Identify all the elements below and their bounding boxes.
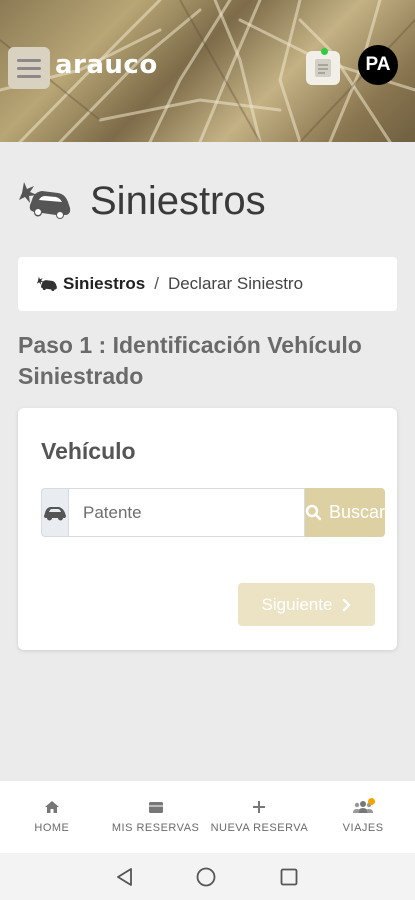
input-prefix bbox=[41, 488, 68, 537]
nav-item-nueva-reserva[interactable]: NUEVA RESERVA bbox=[208, 781, 312, 853]
car-crash-icon bbox=[36, 276, 57, 292]
breadcrumb-separator: / bbox=[154, 274, 159, 293]
recents-square-icon[interactable] bbox=[279, 867, 299, 887]
search-button[interactable]: Buscar bbox=[305, 488, 386, 537]
page-title-row: Siniestros bbox=[18, 178, 266, 224]
plate-input[interactable] bbox=[68, 488, 305, 537]
arauco-logo: arauco bbox=[55, 50, 158, 80]
nav-item-viajes[interactable]: VIAJES bbox=[311, 781, 415, 853]
nav-item-mis-reservas[interactable]: MIS RESERVAS bbox=[104, 781, 208, 853]
nav-label-mis-reservas: MIS RESERVAS bbox=[111, 821, 200, 834]
app-header: arauco PA bbox=[0, 0, 415, 142]
nav-label-nueva-reserva: NUEVA RESERVA bbox=[210, 822, 309, 834]
breadcrumb-current: Declarar Siniestro bbox=[167, 274, 304, 293]
page-title: Siniestros bbox=[90, 178, 266, 223]
menu-button[interactable] bbox=[8, 47, 50, 89]
notification-badge bbox=[368, 798, 376, 805]
vehicle-card: Vehículo Buscar Siguiente bbox=[18, 408, 397, 650]
step-title: Paso 1 : Identificación Vehículo Siniest… bbox=[18, 332, 362, 389]
card-icon bbox=[148, 801, 163, 813]
car-icon bbox=[44, 506, 66, 520]
avatar[interactable]: PA bbox=[358, 45, 398, 85]
plate-search-group: Buscar bbox=[41, 488, 386, 537]
plus-icon bbox=[253, 801, 266, 813]
home-circle-icon[interactable] bbox=[195, 866, 217, 888]
hamburger-line bbox=[17, 66, 41, 70]
car-crash-icon bbox=[19, 182, 71, 219]
next-button-label: Siguiente bbox=[261, 594, 333, 614]
search-icon bbox=[305, 504, 322, 521]
search-button-label: Buscar bbox=[329, 502, 386, 522]
home-icon bbox=[44, 801, 59, 813]
nav-label-home: HOME bbox=[34, 822, 70, 834]
card-title: Vehículo bbox=[41, 438, 136, 464]
breadcrumb: Siniestros / Declarar Siniestro bbox=[18, 257, 397, 311]
next-button[interactable]: Siguiente bbox=[238, 583, 375, 626]
notification-dot bbox=[321, 48, 328, 55]
breadcrumb-link-siniestros[interactable]: Siniestros bbox=[63, 274, 145, 294]
top-bar: arauco PA bbox=[0, 37, 415, 99]
chevron-right-icon bbox=[343, 598, 351, 611]
hamburger-line bbox=[17, 58, 41, 62]
nav-item-home[interactable]: HOME bbox=[0, 781, 104, 853]
note-icon bbox=[315, 59, 331, 77]
back-triangle-icon[interactable] bbox=[116, 867, 134, 887]
system-nav-bar bbox=[0, 853, 415, 900]
hamburger-line bbox=[17, 74, 41, 78]
bottom-nav: HOME MIS RESERVAS NUEVA RESERVA VIAJES bbox=[0, 781, 415, 853]
nav-label-viajes: VIAJES bbox=[342, 822, 384, 834]
notes-button[interactable] bbox=[306, 48, 340, 85]
